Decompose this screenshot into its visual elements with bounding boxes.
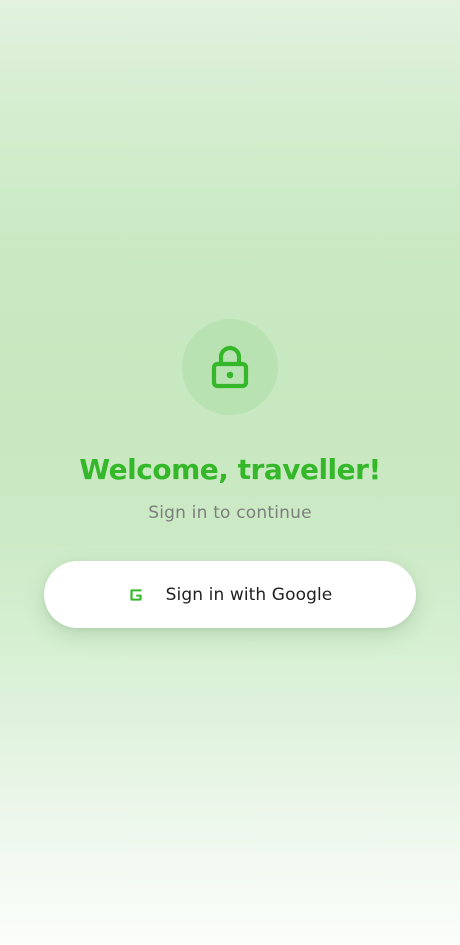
sign-in-subtitle: Sign in to continue [148, 503, 312, 523]
sign-in-with-google-button[interactable]: Sign in with Google [44, 561, 416, 628]
google-button-label: Sign in with Google [165, 584, 333, 605]
welcome-title: Welcome, traveller! [79, 453, 381, 486]
google-g-icon [128, 587, 144, 603]
lock-icon-badge [182, 319, 278, 415]
lock-icon [211, 345, 249, 389]
